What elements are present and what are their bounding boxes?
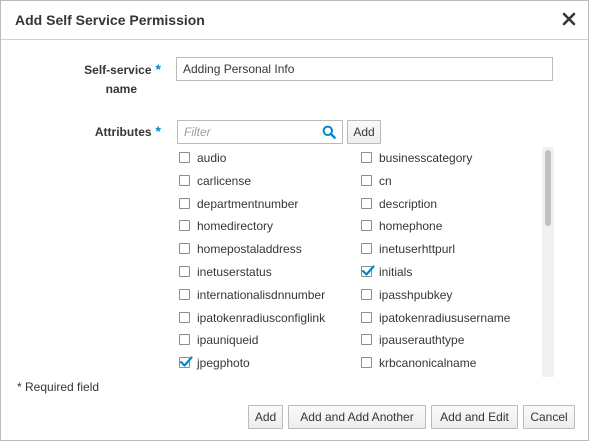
- attribute-label: jpegphoto: [197, 356, 250, 371]
- attribute-list: audio carlicense departmentnumber homedirec…: [177, 147, 555, 377]
- attribute-label: businesscategory: [379, 151, 473, 165]
- attribute-label: homephone: [379, 219, 443, 234]
- checkbox[interactable]: [361, 357, 372, 369]
- dialog-header: Add Self Service Permission: [1, 1, 588, 40]
- attribute-label: inetuserhttpurl: [379, 242, 456, 257]
- checkbox[interactable]: [361, 243, 372, 255]
- checkbox[interactable]: [361, 311, 372, 323]
- attribute-label: description: [379, 196, 438, 211]
- checkbox[interactable]: [179, 197, 190, 209]
- add-attribute-button[interactable]: Add: [347, 120, 381, 144]
- close-icon[interactable]: [559, 9, 579, 29]
- checkbox[interactable]: [361, 220, 372, 232]
- checkbox[interactable]: [179, 334, 190, 346]
- name-label: Self-service *: [84, 61, 161, 77]
- attributes-label: Attributes *: [94, 123, 161, 139]
- attribute-label: ipatokenradiusconfiglink: [197, 310, 326, 325]
- attribute-label: departmentnumber: [197, 196, 299, 211]
- checkbox[interactable]: [361, 197, 372, 209]
- checkbox[interactable]: [361, 152, 372, 163]
- add-and-add-another-button[interactable]: Add and Add Another: [288, 405, 426, 429]
- checkbox[interactable]: [361, 174, 372, 186]
- attribute-label: ipasshpubkey: [379, 287, 453, 302]
- attribute-label: inetuserstatus: [197, 265, 272, 279]
- attribute-list-scrollbar[interactable]: [542, 147, 554, 377]
- checkbox[interactable]: [179, 174, 190, 186]
- attribute-label: ipauniqueid: [197, 333, 259, 348]
- required-marker: *: [155, 123, 161, 139]
- attribute-label: ipatokenradiususername: [379, 310, 511, 325]
- add-and-edit-button[interactable]: Add and Edit: [431, 405, 518, 429]
- required-marker: *: [155, 61, 161, 77]
- attribute-label: homedirectory: [197, 219, 274, 234]
- search-icon[interactable]: [322, 125, 336, 139]
- cancel-button[interactable]: Cancel: [523, 405, 575, 429]
- add-button[interactable]: Add: [248, 405, 283, 429]
- attribute-label: carlicense: [197, 173, 252, 188]
- scrollbar-thumb[interactable]: [545, 150, 551, 226]
- filter-box: [177, 120, 343, 144]
- attribute-label: krbcanonicalname: [379, 356, 477, 371]
- checkbox-checked[interactable]: [361, 265, 375, 277]
- required-field-note: * Required field: [17, 380, 100, 394]
- filter-input[interactable]: [178, 121, 318, 143]
- attribute-label: homepostaladdress: [197, 242, 302, 257]
- attribute-label: cn: [379, 173, 392, 188]
- self-service-name-input[interactable]: [176, 57, 553, 81]
- dialog-title: Add Self Service Permission: [15, 12, 205, 28]
- checkbox[interactable]: [179, 311, 190, 323]
- checkbox[interactable]: [361, 288, 372, 300]
- checkbox[interactable]: [179, 266, 190, 277]
- attribute-label: internationalisdnnumber: [197, 287, 326, 302]
- checkbox-checked[interactable]: [179, 356, 193, 369]
- attribute-label: audio: [197, 151, 227, 165]
- attribute-label: ipauserauthtype: [379, 333, 465, 348]
- checkbox[interactable]: [179, 243, 190, 255]
- checkbox[interactable]: [179, 220, 190, 232]
- checkbox[interactable]: [179, 288, 190, 300]
- name-label-line2: name: [105, 82, 137, 96]
- attribute-label: initials: [379, 265, 413, 279]
- checkbox[interactable]: [179, 152, 190, 163]
- add-self-service-permission-dialog: Add Self Service Permission Self-service…: [0, 0, 589, 441]
- checkbox[interactable]: [361, 334, 372, 346]
